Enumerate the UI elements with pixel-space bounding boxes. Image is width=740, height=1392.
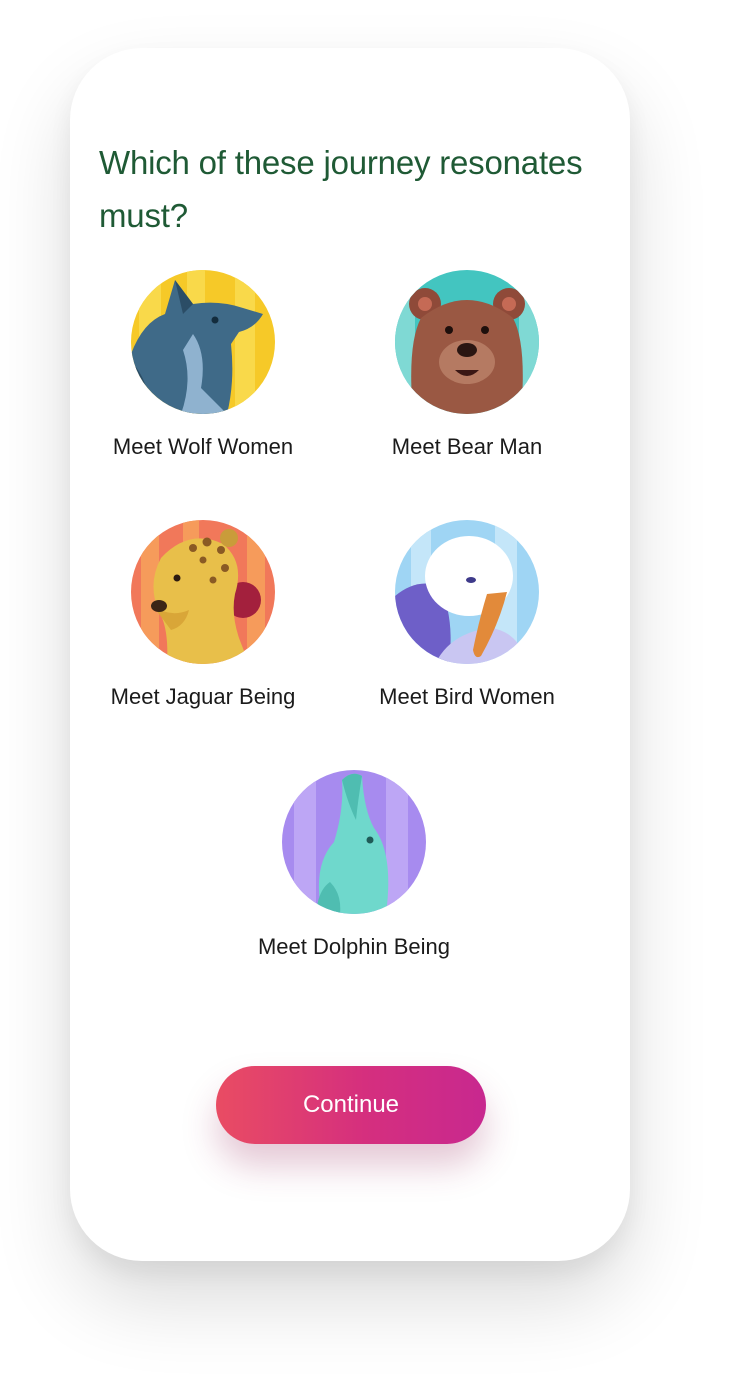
continue-button[interactable]: Continue <box>216 1066 486 1144</box>
stage: Which of these journey resonates must? M… <box>0 0 740 1392</box>
option-bird-women[interactable]: Meet Bird Women <box>337 520 597 710</box>
bird-woman-icon <box>395 520 539 664</box>
question-heading: Which of these journey resonates must? <box>99 144 583 234</box>
option-wolf-women[interactable]: Meet Wolf Women <box>73 270 333 460</box>
option-dolphin-being[interactable]: Meet Dolphin Being <box>224 770 484 960</box>
option-bear-man[interactable]: Meet Bear Man <box>337 270 597 460</box>
option-label: Meet Dolphin Being <box>257 934 450 959</box>
dolphin-being-icon <box>282 770 426 914</box>
bear-man-icon <box>395 270 539 414</box>
option-label: Meet Bear Man <box>391 434 543 459</box>
option-label: Meet Bird Women <box>379 684 555 709</box>
option-label: Meet Wolf Women <box>112 434 294 459</box>
jaguar-being-icon <box>131 520 275 664</box>
wolf-woman-icon <box>131 270 275 414</box>
option-jaguar-being[interactable]: Meet Jaguar Being <box>73 520 333 710</box>
option-label: Meet Jaguar Being <box>110 684 296 709</box>
phone-screen: Which of these journey resonates must? M… <box>70 48 630 1261</box>
